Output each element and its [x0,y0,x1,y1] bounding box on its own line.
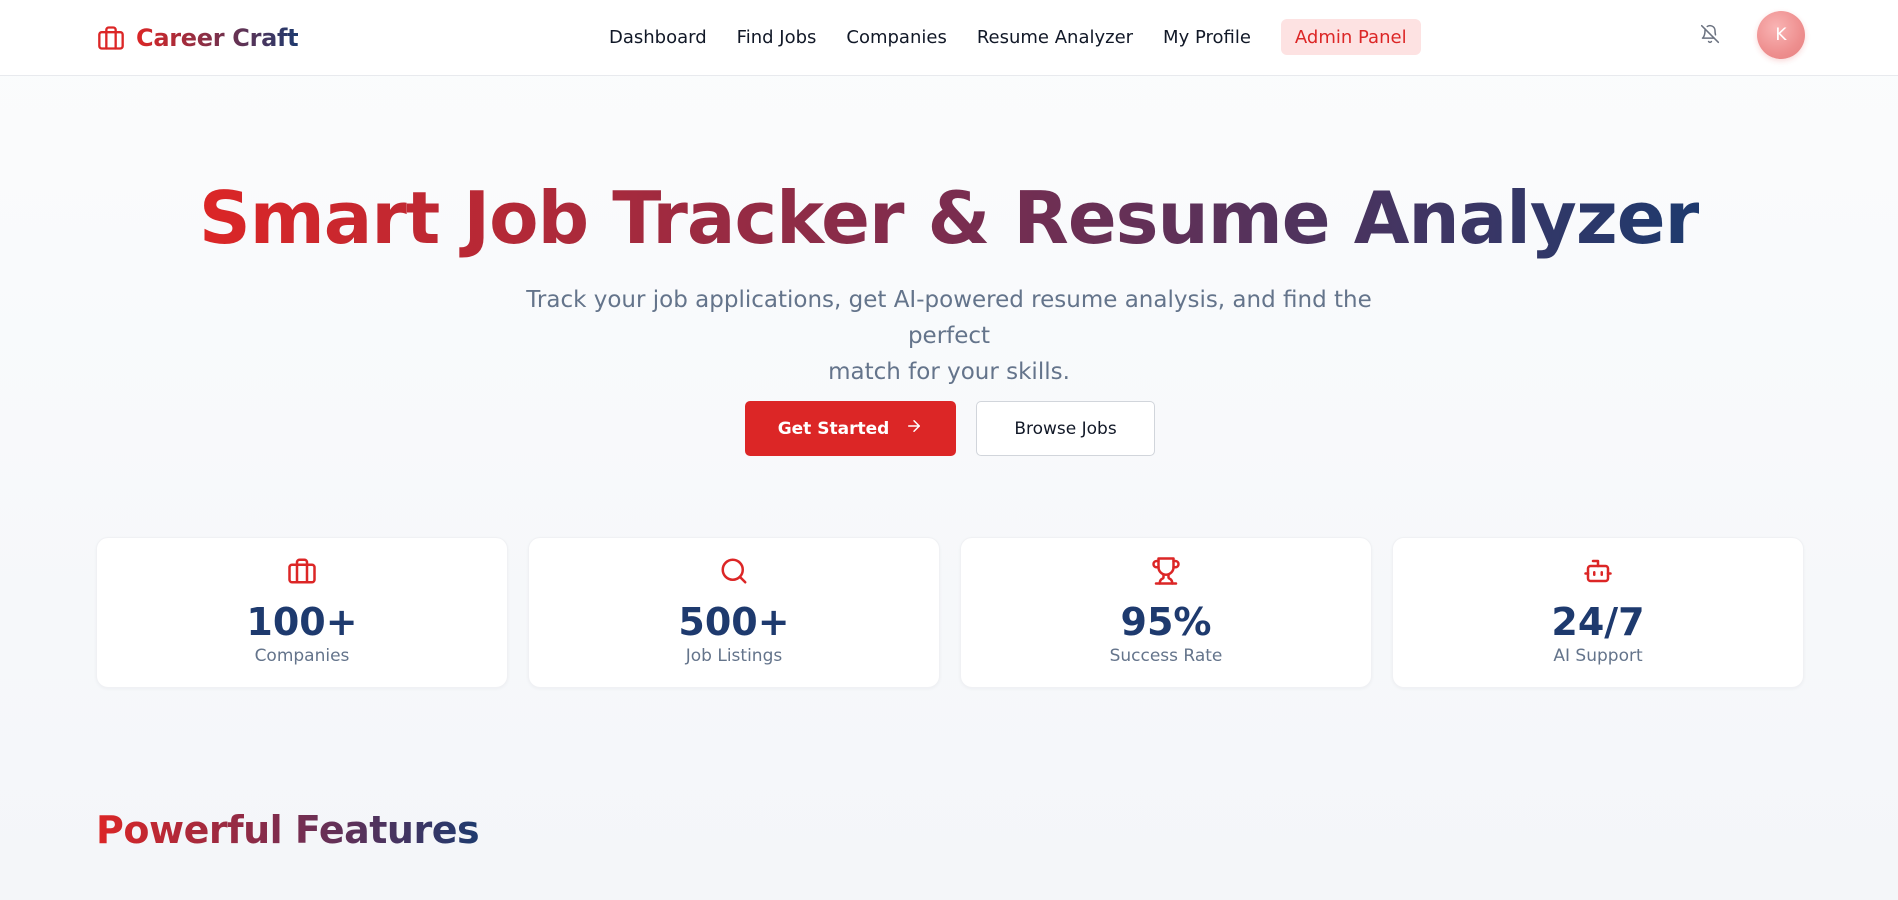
stat-value: 24/7 [1551,600,1645,644]
nav-link-my-profile[interactable]: My Profile [1148,19,1266,55]
briefcase-icon [96,23,126,53]
stat-card-job-listings: 500+ Job Listings [528,537,940,688]
hero-subtitle: Track your job applications, get AI-powe… [499,282,1399,390]
stat-label: Success Rate [1109,646,1223,666]
hero-title-text: Smart Job Tracker & Resume Analyzer [198,176,1700,260]
hero-subtitle-line-2: match for your skills. [828,359,1070,385]
features-title-text: Powerful Features [96,808,480,852]
stat-value: 95% [1120,600,1212,644]
stat-label: Companies [254,646,350,666]
get-started-label: Get Started [777,418,890,439]
nav-link-companies[interactable]: Companies [831,19,961,55]
nav-link-resume-analyzer[interactable]: Resume Analyzer [962,19,1148,55]
arrow-right-icon [905,417,923,440]
stat-card-companies: 100+ Companies [96,537,508,688]
stat-card-ai-support: 24/7 AI Support [1392,537,1804,688]
user-avatar[interactable]: K [1757,11,1805,59]
bot-icon [1393,556,1803,586]
brand-name: Career Craft [136,24,299,52]
stat-label: Job Listings [685,646,783,666]
nav-link-dashboard[interactable]: Dashboard [594,19,722,55]
brand-logo-link[interactable]: Career Craft [96,20,299,56]
nav-link-admin-panel[interactable]: Admin Panel [1280,19,1421,55]
stat-value: 100+ [246,600,358,644]
notifications-button[interactable] [1698,22,1722,50]
search-icon [529,556,939,586]
features-section-title: Powerful Features [96,808,480,858]
bell-off-icon [1700,23,1720,50]
top-navbar: Career Craft Dashboard Find Jobs Compani… [0,0,1898,76]
stat-card-success-rate: 95% Success Rate [960,537,1372,688]
hero-subtitle-line-1: Track your job applications, get AI-powe… [526,287,1372,349]
main-nav: Dashboard Find Jobs Companies Resume Ana… [594,18,1421,56]
avatar-initial: K [1775,25,1787,45]
stat-value: 500+ [678,600,790,644]
get-started-button[interactable]: Get Started [745,401,956,456]
stat-label: AI Support [1553,646,1643,666]
hero-title: Smart Job Tracker & Resume Analyzer [0,170,1898,266]
nav-link-find-jobs[interactable]: Find Jobs [722,19,832,55]
browse-jobs-label: Browse Jobs [1014,418,1117,439]
briefcase-icon [97,556,507,586]
trophy-icon [961,556,1371,586]
browse-jobs-button[interactable]: Browse Jobs [976,401,1155,456]
